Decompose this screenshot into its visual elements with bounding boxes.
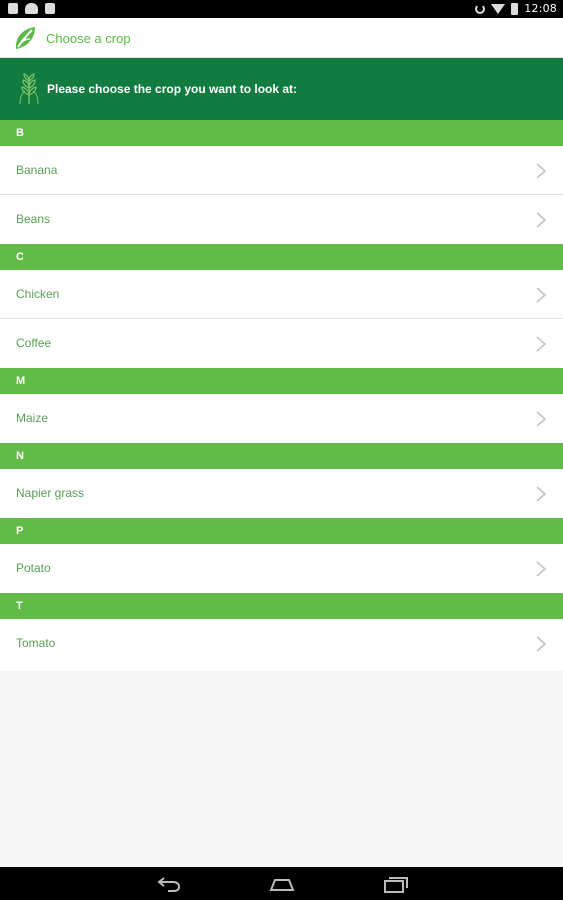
list-item-label: Beans bbox=[16, 212, 51, 226]
crop-list: B Banana Beans C Chicken Coffee M Maize … bbox=[0, 120, 563, 668]
cloud-icon bbox=[25, 3, 38, 14]
chevron-right-icon bbox=[536, 163, 546, 179]
list-item-potato[interactable]: Potato bbox=[0, 544, 563, 593]
list-item-label: Chicken bbox=[16, 287, 60, 301]
list-empty-area bbox=[0, 670, 563, 867]
list-item-label: Banana bbox=[16, 163, 58, 177]
list-item-tomato[interactable]: Tomato bbox=[0, 619, 563, 668]
rotation-icon bbox=[475, 3, 486, 14]
instruction-banner: Please choose the crop you want to look … bbox=[0, 58, 563, 120]
status-bar: 12:08 bbox=[0, 0, 563, 18]
section-header-c: C bbox=[0, 244, 563, 270]
section-header-n: N bbox=[0, 443, 563, 469]
list-item-maize[interactable]: Maize bbox=[0, 394, 563, 443]
wifi-icon bbox=[491, 3, 506, 14]
list-item-label: Potato bbox=[16, 561, 51, 575]
list-item-label: Napier grass bbox=[16, 486, 85, 500]
chevron-right-icon bbox=[536, 336, 546, 352]
wheat-icon bbox=[19, 73, 39, 105]
section-header-p: P bbox=[0, 518, 563, 544]
back-icon[interactable] bbox=[156, 875, 182, 893]
navigation-bar bbox=[0, 867, 563, 900]
list-item-label: Tomato bbox=[16, 636, 56, 650]
chevron-right-icon bbox=[536, 287, 546, 303]
chevron-right-icon bbox=[536, 486, 546, 502]
page-title: Choose a crop bbox=[46, 31, 131, 46]
list-item-chicken[interactable]: Chicken bbox=[0, 270, 563, 319]
list-item-banana[interactable]: Banana bbox=[0, 146, 563, 195]
list-item-label: Maize bbox=[16, 411, 49, 425]
home-icon[interactable] bbox=[269, 875, 295, 893]
briefcase-icon bbox=[45, 3, 55, 14]
app-bar: Choose a crop bbox=[0, 18, 563, 58]
battery-icon bbox=[511, 2, 519, 15]
chevron-right-icon bbox=[536, 212, 546, 228]
recent-apps-icon[interactable] bbox=[383, 875, 409, 893]
banner-text: Please choose the crop you want to look … bbox=[47, 82, 298, 96]
chevron-right-icon bbox=[536, 636, 546, 652]
list-item-beans[interactable]: Beans bbox=[0, 195, 563, 244]
list-item-label: Coffee bbox=[16, 336, 52, 350]
section-header-t: T bbox=[0, 593, 563, 619]
list-item-coffee[interactable]: Coffee bbox=[0, 319, 563, 368]
notification-icon bbox=[8, 3, 18, 14]
chevron-right-icon bbox=[536, 561, 546, 577]
chevron-right-icon bbox=[536, 411, 546, 427]
clock-time: 12:08 bbox=[524, 2, 557, 15]
section-header-b: B bbox=[0, 120, 563, 146]
list-item-napier-grass[interactable]: Napier grass bbox=[0, 469, 563, 518]
leaf-logo-icon[interactable] bbox=[13, 25, 37, 51]
section-header-m: M bbox=[0, 368, 563, 394]
